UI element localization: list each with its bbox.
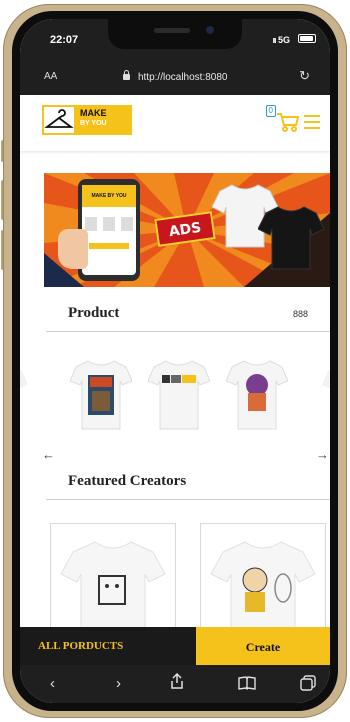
battery-icon <box>298 34 316 43</box>
creator-tshirt-image <box>210 541 316 629</box>
grid-icon[interactable]: 888 <box>293 309 308 319</box>
camera <box>206 26 214 34</box>
bookmarks-icon[interactable] <box>238 676 256 694</box>
banner-black-tshirt <box>258 206 324 270</box>
banner-hand <box>58 229 88 269</box>
lock-icon <box>122 70 130 80</box>
banner-phone-title: MAKE BY YOU <box>82 185 136 207</box>
banner-phone-screen: MAKE BY YOU <box>82 185 136 275</box>
featured-section-title: Featured Creators <box>68 473 187 489</box>
featured-divider <box>46 499 330 500</box>
share-icon[interactable] <box>170 672 184 693</box>
cart-count-badge: 0 <box>265 105 276 117</box>
product-card[interactable] <box>225 351 289 441</box>
product-card-partial-right[interactable] <box>322 351 330 441</box>
site-header: MAKE BY YOU 0 <box>20 95 330 151</box>
arrow-right-icon[interactable]: → <box>316 447 329 462</box>
tshirt-product-image <box>147 360 211 430</box>
creator-card[interactable] <box>50 523 176 629</box>
product-section-title: Product <box>68 305 120 321</box>
product-card[interactable] <box>69 351 133 441</box>
site-logo[interactable]: MAKE BY YOU <box>42 105 132 135</box>
speaker <box>154 28 190 33</box>
browser-address-bar: AA http://localhost:8080 ↻ <box>20 59 330 95</box>
phone-frame: 22:07 ıı 5G AA http://localhost:8080 ↻ M… <box>3 4 347 718</box>
logo-line1: MAKE <box>80 108 107 118</box>
tabs-icon[interactable] <box>300 675 316 695</box>
url-field[interactable]: http://localhost:8080 <box>70 67 280 87</box>
logo-text-block: MAKE BY YOU <box>76 105 132 135</box>
product-card-partial-left[interactable] <box>20 351 28 441</box>
all-products-button[interactable]: ALL PORDUCTS <box>20 627 196 665</box>
status-time: 22:07 <box>50 34 79 46</box>
browser-toolbar: ‹ › <box>20 665 330 703</box>
url-text: http://localhost:8080 <box>137 72 228 83</box>
ads-label: ADS <box>167 219 203 241</box>
tshirt-product-image <box>225 360 289 430</box>
notch <box>108 19 242 49</box>
signal-icon: ıı 5G <box>272 35 290 45</box>
logo-line2: BY YOU <box>80 120 107 127</box>
menu-icon[interactable] <box>304 115 320 129</box>
creator-card[interactable] <box>200 523 326 629</box>
hanger-icon <box>42 105 76 135</box>
reload-icon[interactable]: ↻ <box>299 68 310 84</box>
bottom-action-bar: ALL PORDUCTS Create <box>20 627 330 665</box>
tshirt-product-image <box>69 360 133 430</box>
arrow-left-icon[interactable]: ← <box>42 447 55 462</box>
product-card[interactable] <box>147 351 211 441</box>
phone-screen: 22:07 ıı 5G AA http://localhost:8080 ↻ M… <box>20 19 330 703</box>
phone-bezel: 22:07 ıı 5G AA http://localhost:8080 ↻ M… <box>12 11 338 711</box>
create-label: Create <box>245 640 281 654</box>
product-divider <box>46 331 330 332</box>
ads-banner[interactable]: MAKE BY YOU ADS <box>44 173 330 287</box>
back-icon[interactable]: ‹ <box>50 675 55 692</box>
status-bar: 22:07 ıı 5G <box>20 19 330 59</box>
network-label: 5G <box>277 35 290 45</box>
create-button[interactable]: Create <box>196 627 330 665</box>
creator-tshirt-image <box>60 541 166 629</box>
all-products-label: ALL PORDUCTS <box>38 640 124 652</box>
cart-icon[interactable] <box>276 111 300 133</box>
reader-settings-button[interactable]: AA <box>44 71 57 82</box>
forward-icon[interactable]: › <box>116 675 121 692</box>
